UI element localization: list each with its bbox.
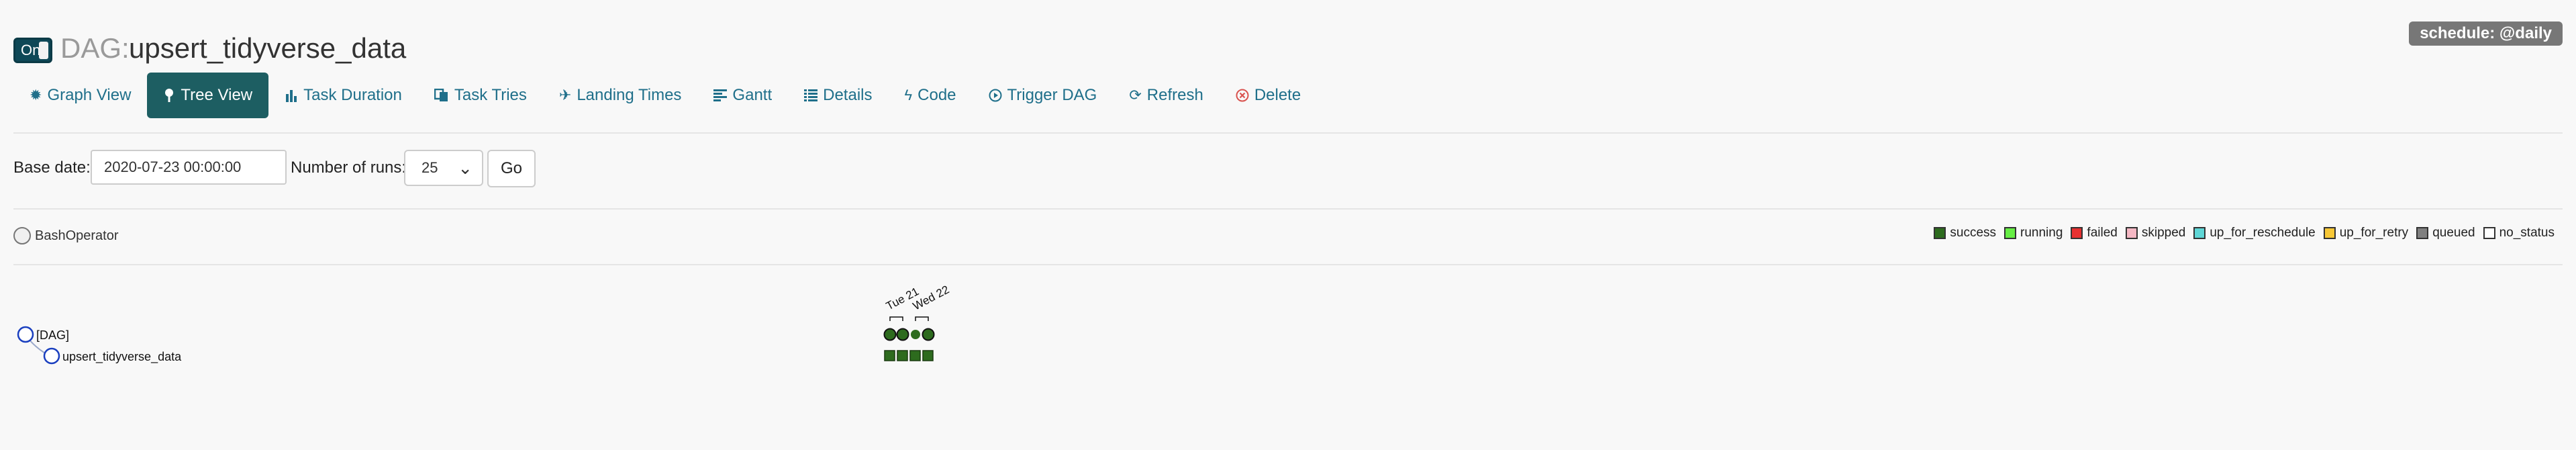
date-axis: Tue 21Wed 22 — [884, 283, 951, 321]
tab-label: Gantt — [732, 86, 773, 104]
dag-run-circle[interactable] — [896, 328, 909, 341]
legend-swatch — [2071, 227, 2083, 239]
number-of-runs-label: Number of runs: — [291, 159, 407, 177]
legend-swatch — [2483, 227, 2495, 239]
legend-item-success[interactable]: success — [1934, 226, 1996, 240]
legend-swatch — [2323, 227, 2336, 239]
task-instance-square[interactable] — [897, 350, 908, 361]
tab-task-duration[interactable]: Task Duration — [268, 73, 418, 118]
refresh-button[interactable]: ⟳ Refresh — [1113, 73, 1219, 118]
task-instance-square[interactable] — [884, 350, 895, 361]
tab-label: Tree View — [181, 86, 253, 104]
legend-swatch — [2193, 227, 2206, 239]
date-bracket — [915, 316, 929, 321]
go-button[interactable]: Go — [487, 150, 536, 187]
refresh-icon: ⟳ — [1129, 87, 1142, 103]
base-date-label: Base date: — [13, 159, 91, 177]
legend-item-failed[interactable]: failed — [2071, 226, 2118, 240]
delete-button[interactable]: Delete — [1220, 73, 1317, 118]
tab-label: Task Duration — [303, 86, 402, 104]
dag-node-label: [DAG] — [36, 328, 69, 342]
tab-graph-view[interactable]: ✹ Graph View — [13, 73, 147, 118]
date-bracket — [889, 316, 903, 321]
legend-item-up-for-reschedule[interactable]: up_for_reschedule — [2193, 226, 2316, 240]
remove-circle-icon — [1236, 89, 1249, 102]
task-instance-row — [884, 350, 934, 361]
tab-label: Delete — [1254, 86, 1301, 104]
tree-view: [DAG] upsert_tidyverse_data Tue 21Wed 22 — [17, 283, 951, 365]
tab-label: Details — [823, 86, 873, 104]
tab-label: Task Tries — [454, 86, 527, 104]
legend-swatch — [2416, 227, 2429, 239]
tab-label: Code — [918, 86, 956, 104]
align-left-icon — [713, 89, 728, 101]
legend-item-queued[interactable]: queued — [2416, 226, 2475, 240]
status-legend: success running failed skipped up_for_resche… — [1926, 226, 2555, 240]
legend-label: failed — [2087, 226, 2118, 240]
task-node-label: upsert_tidyverse_data — [62, 350, 182, 364]
date-label: Wed 22 — [911, 283, 951, 312]
legend-label: up_for_retry — [2339, 226, 2409, 240]
tab-task-tries[interactable]: Task Tries — [418, 73, 543, 118]
tab-label: Trigger DAG — [1007, 86, 1097, 104]
duplicate-icon — [434, 89, 449, 102]
dag-nav-tabs: ✹ Graph View Tree View Task Duration Tas… — [13, 73, 1317, 118]
legend-label: success — [1950, 226, 1997, 240]
dag-run-circle[interactable] — [911, 330, 920, 339]
tab-gantt[interactable]: Gantt — [697, 73, 788, 118]
tab-code[interactable]: ϟ Code — [888, 73, 972, 118]
task-node[interactable] — [43, 347, 60, 365]
dag-title-prefix: DAG: — [60, 32, 130, 64]
legend-item-skipped[interactable]: skipped — [2125, 226, 2186, 240]
tab-label: Refresh — [1146, 86, 1203, 104]
operator-color-swatch — [13, 227, 31, 244]
divider — [13, 132, 2563, 134]
legend-item-up-for-retry[interactable]: up_for_retry — [2323, 226, 2409, 240]
legend-swatch — [2125, 227, 2138, 239]
dag-title: upsert_tidyverse_data — [129, 32, 407, 64]
legend-label: up_for_reschedule — [2210, 226, 2316, 240]
plane-icon: ✈ — [558, 87, 572, 103]
legend-label: running — [2020, 226, 2063, 240]
toggle-label: On — [21, 42, 41, 58]
tab-label: Landing Times — [577, 86, 682, 104]
schedule-badge: schedule: @daily — [2409, 21, 2563, 46]
tab-label: Graph View — [47, 86, 132, 104]
legend-swatch — [2004, 227, 2017, 239]
trigger-dag-button[interactable]: Trigger DAG — [973, 73, 1113, 118]
dag-run-row — [883, 328, 935, 341]
task-instance-square[interactable] — [909, 350, 921, 361]
tab-landing-times[interactable]: ✈ Landing Times — [543, 73, 698, 118]
dag-on-toggle[interactable]: On — [13, 38, 52, 63]
tab-details[interactable]: Details — [788, 73, 888, 118]
bar-chart-icon — [285, 89, 298, 102]
divider — [13, 264, 2563, 265]
dag-run-circle[interactable] — [883, 328, 897, 341]
flash-icon: ϟ — [904, 87, 913, 103]
task-instance-square[interactable] — [922, 350, 934, 361]
divider — [13, 208, 2563, 210]
dag-node[interactable] — [17, 326, 34, 343]
tab-tree-view[interactable]: Tree View — [147, 73, 269, 118]
base-date-input[interactable] — [91, 150, 287, 185]
tree-icon — [163, 88, 175, 103]
runs-value: 25 — [422, 159, 438, 176]
number-of-runs-select[interactable]: 25 ⌄ — [404, 150, 483, 186]
legend-label: queued — [2432, 226, 2475, 240]
list-icon — [804, 89, 818, 101]
operator-legend-label: BashOperator — [35, 228, 119, 243]
legend-swatch — [1934, 227, 1946, 239]
legend-label: skipped — [2141, 226, 2186, 240]
graph-icon: ✹ — [30, 87, 42, 103]
legend-item-running[interactable]: running — [2004, 226, 2063, 240]
chevron-down-icon: ⌄ — [458, 158, 473, 178]
legend-label: no_status — [2499, 226, 2555, 240]
play-circle-icon — [989, 89, 1002, 102]
dag-run-circle[interactable] — [922, 328, 935, 341]
legend-item-no-status[interactable]: no_status — [2483, 226, 2555, 240]
